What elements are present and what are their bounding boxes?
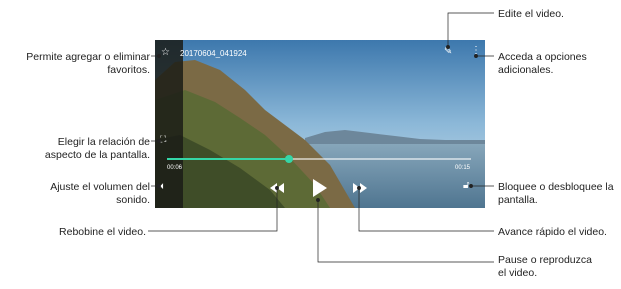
callout-leader-lines: [148, 12, 494, 263]
